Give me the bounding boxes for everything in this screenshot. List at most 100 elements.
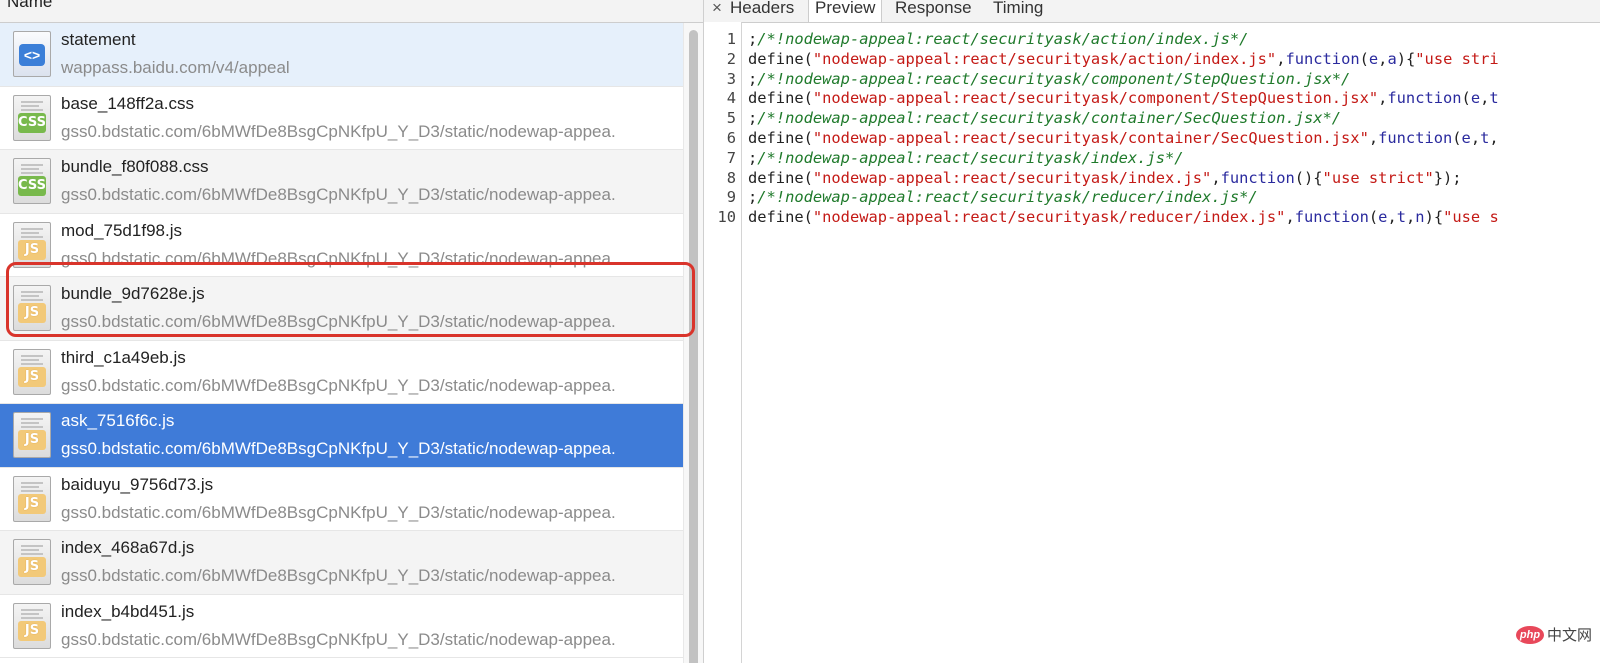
document-icon: <> xyxy=(13,31,51,77)
code-token: t xyxy=(1396,208,1406,227)
code-text: define("nodewap-appeal:react/securityask… xyxy=(748,129,1499,149)
line-number: 8 xyxy=(726,168,736,187)
code-token: function xyxy=(1285,49,1360,68)
request-file-name: ask_7516f6c.js xyxy=(61,411,175,430)
css-file-icon: CSS xyxy=(13,94,51,141)
code-token: "nodewap-appeal:react/securityask/reduce… xyxy=(812,208,1286,227)
code-token: ( xyxy=(1359,49,1369,68)
code-text: ;/*!nodewap-appeal:react/securityask/con… xyxy=(748,109,1341,129)
tab-timing[interactable]: Timing xyxy=(993,0,1043,18)
request-row[interactable]: <> statement wappass.baidu.com/v4/appeal xyxy=(0,23,683,87)
code-token: "nodewap-appeal:react/securityask/action… xyxy=(812,49,1277,68)
request-file-path: gss0.bdstatic.com/6bMWfDe8BsgCpNKfpU_Y_D… xyxy=(61,185,616,204)
code-line: 2 define("nodewap-appeal:react/securityas… xyxy=(704,50,1600,70)
line-number: 6 xyxy=(726,128,736,147)
code-token: /*!nodewap-appeal:react/securityask/comp… xyxy=(757,69,1351,88)
code-token: n xyxy=(1415,208,1425,227)
code-text: define("nodewap-appeal:react/securityask… xyxy=(748,208,1499,228)
js-file-icon: JS xyxy=(13,221,51,268)
code-text: ;/*!nodewap-appeal:react/securityask/com… xyxy=(748,70,1350,90)
line-number: 2 xyxy=(726,49,736,68)
code-token: ( xyxy=(1452,128,1462,147)
request-row[interactable]: JS third_c1a49eb.js gss0.bdstatic.com/6bMW… xyxy=(0,340,683,404)
name-column-header[interactable]: Name xyxy=(0,0,703,23)
request-file-name: bundle_f80f088.css xyxy=(61,157,209,176)
request-rows: <> statement wappass.baidu.com/v4/appeal CS… xyxy=(0,23,683,658)
code-token: , xyxy=(1489,128,1499,147)
network-request-list: Name <> statement wappass.baidu.com/v4/app… xyxy=(0,0,704,663)
code-text: define("nodewap-appeal:react/securityask… xyxy=(748,50,1499,70)
tab-response[interactable]: Response xyxy=(895,0,972,18)
line-number: 4 xyxy=(726,89,736,108)
request-file-path: gss0.bdstatic.com/6bMWfDe8BsgCpNKfpU_Y_D… xyxy=(61,312,616,331)
request-file-name: index_b4bd451.js xyxy=(61,601,195,621)
watermark-text: 中文网 xyxy=(1546,627,1592,644)
code-token: ; xyxy=(748,109,758,128)
code-token: ){ xyxy=(1396,49,1416,68)
js-file-icon: JS xyxy=(13,602,51,649)
line-number: 3 xyxy=(726,69,736,88)
code-token: function xyxy=(1220,168,1295,187)
code-token: define( xyxy=(748,128,813,147)
line-number: 5 xyxy=(726,109,736,128)
file-type-tag: JS xyxy=(18,366,46,387)
request-row[interactable]: CSS base_148ff2a.css gss0.bdstatic.com/6bM… xyxy=(0,86,683,150)
code-token: e xyxy=(1461,128,1471,147)
code-token: define( xyxy=(748,168,813,187)
code-token: e xyxy=(1470,89,1481,108)
code-token: ; xyxy=(748,69,758,88)
request-file-name: index_468a67d.js xyxy=(61,538,195,557)
code-token: ; xyxy=(748,188,758,207)
code-token: define( xyxy=(748,49,813,68)
code-line: 1 ;/*!nodewap-appeal:react/securityask/ac… xyxy=(704,30,1600,50)
code-line: 10 define("nodewap-appeal:react/securitya… xyxy=(704,208,1600,228)
request-row[interactable]: JS ask_7516f6c.js gss0.bdstatic.com/6bMWfD… xyxy=(0,404,683,468)
code-token: ){ xyxy=(1424,208,1444,227)
request-row[interactable]: JS baiduyu_9756d73.js gss0.bdstatic.com/6b… xyxy=(0,467,683,531)
request-file-name: bundle_9d7628e.js xyxy=(61,284,205,303)
code-token: , xyxy=(1406,208,1416,227)
code-line: 7 ;/*!nodewap-appeal:react/securityask/in… xyxy=(704,149,1600,169)
js-file-icon: JS xyxy=(13,348,51,395)
code-text: ;/*!nodewap-appeal:react/securityask/act… xyxy=(748,30,1248,50)
request-row[interactable]: JS index_468a67d.js gss0.bdstatic.com/6bMW… xyxy=(0,531,683,595)
file-type-tag: JS xyxy=(18,239,46,260)
request-file-path: gss0.bdstatic.com/6bMWfDe8BsgCpNKfpU_Y_D… xyxy=(61,248,616,268)
request-file-name: third_c1a49eb.js xyxy=(61,347,186,367)
code-token: t xyxy=(1480,128,1490,147)
request-row[interactable]: CSS bundle_f80f088.css gss0.bdstatic.com/6… xyxy=(0,150,683,214)
request-file-path: wappass.baidu.com/v4/appeal xyxy=(61,58,290,77)
request-row[interactable]: JS bundle_9d7628e.js gss0.bdstatic.com/6bM… xyxy=(0,277,683,341)
css-file-icon: CSS xyxy=(13,158,51,204)
tab-headers[interactable]: Headers xyxy=(730,0,794,18)
code-token: t xyxy=(1489,89,1499,108)
file-type-tag: JS xyxy=(18,620,46,641)
request-file-name: statement xyxy=(61,30,136,49)
code-token: ; xyxy=(748,148,758,167)
code-token: function xyxy=(1294,208,1369,227)
code-line: 8 define("nodewap-appeal:react/securityas… xyxy=(704,169,1600,189)
request-file-name: base_148ff2a.css xyxy=(61,93,194,113)
code-token: define( xyxy=(748,89,813,108)
list-scrollbar[interactable] xyxy=(683,23,703,663)
code-token: e xyxy=(1368,49,1379,68)
js-file-icon: JS xyxy=(13,285,51,331)
js-file-icon: JS xyxy=(13,412,51,458)
request-row[interactable]: JS index_b4bd451.js gss0.bdstatic.com/6bMW… xyxy=(0,594,683,658)
request-file-path: gss0.bdstatic.com/6bMWfDe8BsgCpNKfpU_Y_D… xyxy=(61,566,616,585)
code-token: ; xyxy=(748,30,758,48)
scrollbar-thumb[interactable] xyxy=(689,30,698,663)
file-type-tag: CSS xyxy=(18,112,46,133)
close-icon[interactable]: × xyxy=(712,0,722,18)
request-row[interactable]: JS mod_75d1f98.js gss0.bdstatic.com/6bMWfD… xyxy=(0,213,683,277)
tab-preview[interactable]: Preview xyxy=(808,0,883,22)
js-file-icon: JS xyxy=(13,539,51,585)
name-column-label: Name xyxy=(7,0,53,11)
code-token: , xyxy=(1378,89,1388,108)
line-number: 9 xyxy=(726,188,736,207)
file-type-tag: CSS xyxy=(18,176,46,196)
line-number: 10 xyxy=(717,208,736,227)
file-type-tag: JS xyxy=(18,430,46,450)
code-token: ( xyxy=(1368,208,1379,227)
code-token: function xyxy=(1378,128,1453,147)
